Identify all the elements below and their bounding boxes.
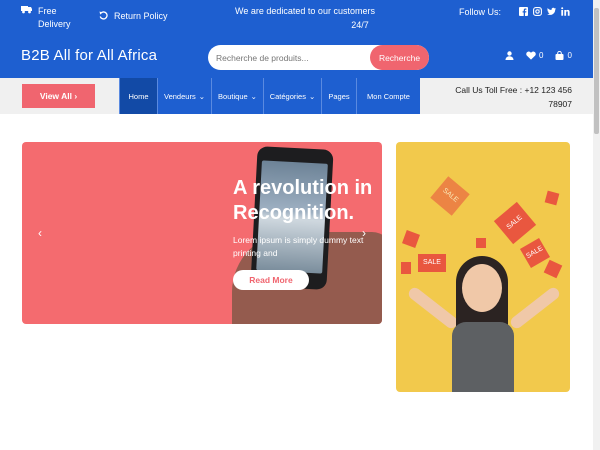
customer-notice: We are dedicated to our customers 24/7 bbox=[210, 4, 400, 32]
menu-item-mon-compte[interactable]: Mon Compte bbox=[356, 78, 420, 114]
undo-icon bbox=[99, 11, 108, 20]
sale-tag-decor bbox=[401, 262, 411, 274]
toll-free-info: Call Us Toll Free : +12 123 456 78907 bbox=[445, 83, 572, 111]
site-header: B2B All for All Africa Recherche 0 0 bbox=[0, 36, 593, 78]
woman-face bbox=[462, 264, 502, 312]
hero-slider: A revolution in Recognition. Lorem ipsum… bbox=[22, 142, 382, 324]
toll-free-line1: Call Us Toll Free : +12 123 456 bbox=[455, 85, 572, 95]
heart-icon bbox=[526, 51, 536, 60]
search-input[interactable] bbox=[216, 49, 366, 66]
sale-tag-decor bbox=[402, 230, 420, 248]
headline-line2: Recognition. bbox=[233, 202, 355, 224]
shopping-bag-icon bbox=[555, 51, 564, 60]
instagram-icon[interactable] bbox=[533, 7, 542, 16]
menu-label: Home bbox=[128, 91, 149, 101]
wishlist-link[interactable]: 0 bbox=[526, 51, 543, 60]
menu-item-home[interactable]: Home bbox=[119, 78, 157, 114]
hero-headline: A revolution in Recognition. bbox=[233, 176, 382, 226]
woman-body bbox=[452, 322, 514, 392]
toll-free-line2: 78907 bbox=[548, 99, 572, 109]
menu-item-pages[interactable]: Pages bbox=[321, 78, 356, 114]
header-icons: 0 0 bbox=[505, 51, 572, 60]
return-policy-label: Return Policy bbox=[114, 11, 168, 21]
view-all-button[interactable]: View All › bbox=[22, 84, 95, 108]
menu-label: Pages bbox=[328, 91, 350, 101]
return-policy-link[interactable]: Return Policy bbox=[99, 11, 168, 21]
slider-next-arrow[interactable]: › bbox=[358, 226, 370, 240]
hero-text-line2: printing and bbox=[233, 248, 278, 258]
truck-icon bbox=[21, 6, 32, 14]
slider-prev-arrow[interactable]: ‹ bbox=[34, 226, 46, 240]
read-more-button[interactable]: Read More bbox=[233, 270, 309, 290]
chevron-down-icon: ⌄ bbox=[308, 91, 316, 101]
scrollbar-thumb[interactable] bbox=[594, 8, 599, 134]
wishlist-count: 0 bbox=[539, 51, 544, 60]
delivery-line2: Delivery bbox=[38, 19, 71, 29]
headline-line1: A revolution in bbox=[233, 177, 373, 199]
woman-arm-right bbox=[508, 285, 562, 331]
user-icon bbox=[505, 51, 514, 60]
sale-tag: SALE bbox=[493, 201, 537, 245]
facebook-icon[interactable] bbox=[519, 7, 528, 16]
cart-count: 0 bbox=[567, 51, 572, 60]
view-all-label: View All bbox=[39, 91, 72, 101]
notice-line1: We are dedicated to our customers bbox=[235, 6, 375, 16]
free-delivery: Free Delivery bbox=[21, 5, 71, 31]
menu-item-vendeurs[interactable]: Vendeurs ⌄ bbox=[157, 78, 211, 114]
sale-tag-decor bbox=[476, 238, 486, 248]
menu-label: Vendeurs bbox=[164, 91, 196, 101]
woman-arm-left bbox=[406, 285, 460, 331]
menu-item-categories[interactable]: Catégories ⌄ bbox=[263, 78, 321, 114]
top-bar: Free Delivery Return Policy We are dedic… bbox=[0, 0, 593, 36]
chevron-down-icon: ⌄ bbox=[250, 91, 257, 101]
main-menu: Home Vendeurs ⌄ Boutique ⌄ Catégories ⌄ … bbox=[119, 78, 420, 114]
chevron-down-icon: ⌄ bbox=[198, 91, 205, 101]
menu-label: Catégories bbox=[269, 91, 306, 101]
twitter-icon[interactable] bbox=[547, 7, 556, 16]
notice-line2: 24/7 bbox=[351, 20, 369, 30]
sale-tag: SALE bbox=[418, 254, 446, 272]
sale-tag-decor bbox=[544, 190, 560, 206]
sale-tag: SALE bbox=[519, 237, 551, 269]
follow-us-label: Follow Us: bbox=[459, 7, 502, 17]
delivery-line1: Free bbox=[38, 6, 57, 16]
sale-tag-decor bbox=[543, 259, 563, 279]
sale-tag: SALE bbox=[430, 176, 470, 216]
account-link[interactable] bbox=[505, 51, 514, 60]
search-bar: Recherche bbox=[208, 45, 429, 70]
menu-label: Mon Compte bbox=[367, 91, 410, 101]
cart-link[interactable]: 0 bbox=[555, 51, 572, 60]
chevron-right-icon: › bbox=[74, 91, 78, 101]
menu-label: Boutique bbox=[218, 91, 248, 101]
site-logo[interactable]: B2B All for All Africa bbox=[21, 47, 157, 64]
promo-banner[interactable]: SALE SALE SALE SALE bbox=[396, 142, 570, 392]
social-links bbox=[519, 7, 570, 16]
linkedin-icon[interactable] bbox=[561, 7, 570, 16]
menu-item-boutique[interactable]: Boutique ⌄ bbox=[211, 78, 263, 114]
search-button[interactable]: Recherche bbox=[370, 45, 429, 70]
